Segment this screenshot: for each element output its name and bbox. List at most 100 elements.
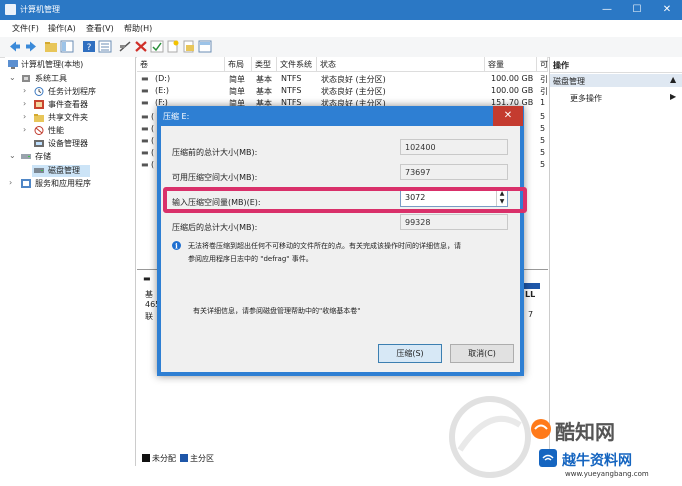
open-file-icon[interactable] xyxy=(182,40,196,53)
more-actions-link[interactable]: 更多操作 xyxy=(570,93,602,104)
watermark-wifi-icon xyxy=(539,449,557,467)
table-row[interactable]: ▬ (E:) 简单 基本 NTFS 状态良好 (主分区) 100.00 GB 引 xyxy=(137,86,548,97)
cell-status: 状态良好 (主分区) xyxy=(321,75,386,84)
legend-swatch-unallocated xyxy=(142,454,150,462)
legend-swatch-primary xyxy=(180,454,188,462)
info-icon: i xyxy=(172,241,181,250)
console-tree-icon[interactable] xyxy=(60,40,74,53)
menu-help[interactable]: 帮助(H) xyxy=(124,23,152,34)
up-folder-icon[interactable] xyxy=(44,40,58,53)
legend-unallocated: 未分配 xyxy=(152,454,176,463)
tree-item-disk-management[interactable]: 磁盘管理 xyxy=(48,165,80,176)
back-icon[interactable] xyxy=(8,40,22,53)
partition-bar-primary xyxy=(524,283,540,289)
collapse-up-icon[interactable]: ▲ xyxy=(670,75,676,84)
watermark-brand-2: 越牛资料网 xyxy=(562,453,632,469)
event-viewer-icon xyxy=(34,100,44,109)
expand-arrow-icon[interactable]: › xyxy=(23,125,26,134)
menu-view[interactable]: 查看(V) xyxy=(86,23,114,34)
tree-item-event-viewer[interactable]: 事件查看器 xyxy=(48,99,88,110)
tree-item-system-tools[interactable]: 系统工具 xyxy=(35,73,67,84)
forward-icon[interactable] xyxy=(24,40,38,53)
connect-icon[interactable] xyxy=(118,40,132,53)
tree-item-device-manager[interactable]: 设备管理器 xyxy=(48,138,88,149)
expand-arrow-icon[interactable]: › xyxy=(23,112,26,121)
services-icon xyxy=(21,179,31,188)
device-manager-icon xyxy=(34,140,44,147)
expand-arrow-icon[interactable]: › xyxy=(9,178,12,187)
cell-volume-partial: ( xyxy=(151,148,155,157)
drive-icon: ▬ xyxy=(141,124,149,133)
collapse-arrow-icon[interactable]: ⌄ xyxy=(9,73,16,82)
maximize-button[interactable]: ☐ xyxy=(622,0,652,20)
actions-section-disk-management[interactable]: 磁盘管理 ▲ xyxy=(550,74,682,87)
info-text-line-1: 无法将卷压缩到超出任何不可移动的文件所在的点。有关完成该操作时间的详细信息，请 xyxy=(188,242,461,250)
cell-free: 引 xyxy=(540,87,548,96)
info-text-line-2: 参阅应用程序日志中的 "defrag" 事件。 xyxy=(188,255,313,263)
total-after-field: 99328 xyxy=(400,214,508,230)
cell-type: 基本 xyxy=(256,75,272,84)
help-icon[interactable]: ? xyxy=(82,40,96,53)
tree-item-services[interactable]: 服务和应用程序 xyxy=(35,178,91,189)
cell-layout: 简单 xyxy=(229,87,245,96)
drive-icon: ▬ xyxy=(141,136,149,145)
cell-free-partial: 5 xyxy=(540,112,546,121)
cell-capacity: 100.00 GB xyxy=(491,86,534,95)
actions-title: 操作 xyxy=(553,61,569,70)
cell-status: 状态良好 (主分区) xyxy=(321,87,386,96)
column-header-capacity[interactable]: 容量 xyxy=(485,57,537,72)
tree-item-shared-folders[interactable]: 共享文件夹 xyxy=(48,112,88,123)
minimize-button[interactable]: — xyxy=(592,0,622,20)
performance-icon xyxy=(34,126,44,135)
available-label: 可用压缩空间大小(MB): xyxy=(172,173,258,182)
cell-volume-partial: ( xyxy=(151,124,155,133)
tree-item-storage[interactable]: 存储 xyxy=(35,151,51,162)
menu-action[interactable]: 操作(A) xyxy=(48,23,76,34)
tree-item-task-scheduler[interactable]: 任务计划程序 xyxy=(48,86,96,97)
shared-folder-icon xyxy=(34,114,44,122)
column-header-type[interactable]: 类型 xyxy=(252,57,277,72)
shrink-button[interactable]: 压缩(S) xyxy=(378,344,442,363)
tree-item-root[interactable]: 计算机管理(本地) xyxy=(21,59,83,70)
view-icon[interactable] xyxy=(198,40,212,53)
submenu-arrow-icon: ▶ xyxy=(670,92,677,101)
collapse-arrow-icon[interactable]: ⌄ xyxy=(9,151,16,160)
cell-volume-partial: ( xyxy=(151,136,155,145)
column-header-filesystem[interactable]: 文件系统 xyxy=(277,57,317,72)
cell-volume-partial: ( xyxy=(151,160,155,169)
drive-icon: ▬ xyxy=(141,86,149,95)
watermark-url: www.yueyangbang.com xyxy=(565,470,649,478)
toolbar: ? xyxy=(0,37,682,58)
check-icon[interactable] xyxy=(150,40,164,53)
console-tree: 计算机管理(本地) ⌄ 系统工具 › 任务计划程序 › 事件查看器 › 共享文件… xyxy=(5,57,136,466)
svg-text:i: i xyxy=(175,242,178,251)
cell-layout: 简单 xyxy=(229,75,245,84)
close-button[interactable]: ✕ xyxy=(652,0,682,20)
dialog-title: 压缩 E: xyxy=(163,112,190,121)
computer-icon xyxy=(8,60,18,69)
delete-icon[interactable] xyxy=(134,40,148,53)
column-header-free[interactable]: 可 xyxy=(537,57,548,72)
properties-icon[interactable] xyxy=(98,40,112,53)
expand-arrow-icon[interactable]: › xyxy=(23,99,26,108)
computer-management-icon xyxy=(5,4,16,15)
total-before-field: 102400 xyxy=(400,139,508,155)
menu-file[interactable]: 文件(F) xyxy=(12,23,39,34)
table-row[interactable]: ▬ (D:) 简单 基本 NTFS 状态良好 (主分区) 100.00 GB 引 xyxy=(137,74,548,85)
available-field: 73697 xyxy=(400,164,508,180)
cell-capacity: 100.00 GB xyxy=(491,74,534,83)
cell-filesystem: NTFS xyxy=(281,74,302,83)
column-header-layout[interactable]: 布局 xyxy=(225,57,252,72)
expand-arrow-icon[interactable]: › xyxy=(23,86,26,95)
tree-item-performance[interactable]: 性能 xyxy=(48,125,64,136)
cell-filesystem: NTFS xyxy=(281,86,302,95)
actions-section-label: 磁盘管理 xyxy=(553,77,585,86)
dialog-close-button[interactable]: ✕ xyxy=(493,106,523,126)
column-header-volume[interactable]: 卷 xyxy=(137,57,225,72)
column-header-status[interactable]: 状态 xyxy=(317,57,485,72)
cell-free-partial: 5 xyxy=(540,124,546,133)
new-file-icon[interactable] xyxy=(166,40,180,53)
tools-icon xyxy=(22,75,30,82)
window-title-bar[interactable]: 计算机管理 — ☐ ✕ xyxy=(0,0,682,20)
cancel-button[interactable]: 取消(C) xyxy=(450,344,514,363)
